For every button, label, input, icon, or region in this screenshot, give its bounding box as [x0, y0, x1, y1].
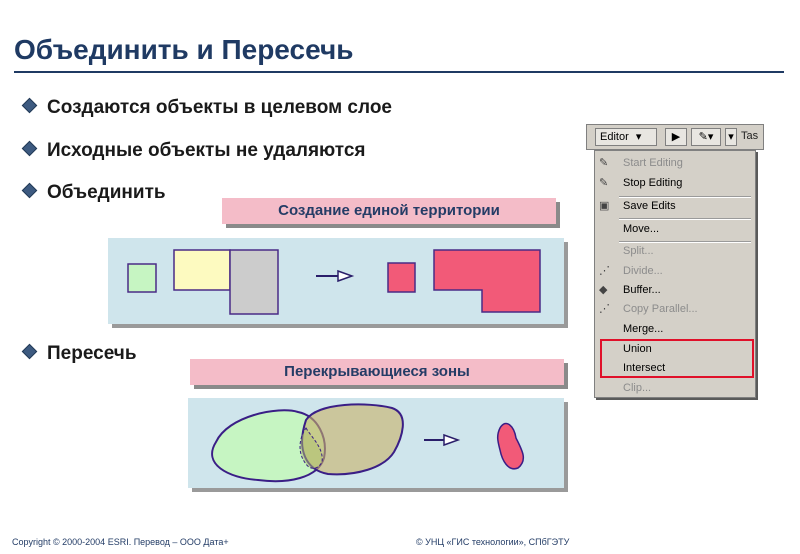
- footer-copyright: Copyright © 2000-2004 ESRI. Перевод – ОО…: [12, 537, 229, 547]
- bullet-text: Пересечь: [47, 343, 137, 364]
- diamond-bullet-icon: [21, 140, 38, 157]
- bullet-4: Пересечь: [21, 343, 137, 365]
- slide-title: Объединить и Пересечь: [14, 34, 354, 65]
- diamond-bullet-icon: [21, 343, 38, 360]
- pencil-icon: ✎▾: [698, 131, 714, 143]
- copy-parallel-icon: ⋰: [599, 303, 610, 315]
- union-diagram-panel: [108, 238, 564, 324]
- result-small-square: [387, 262, 416, 293]
- gray-rectangle: [229, 249, 279, 315]
- menu-item-stop-editing[interactable]: Stop Editing: [623, 177, 682, 189]
- intersect-banner: Перекрывающиеся зоны: [190, 359, 564, 385]
- intersect-diagram: [211, 403, 525, 483]
- title-divider: [14, 71, 784, 73]
- menu-item-split[interactable]: Split...: [623, 245, 654, 257]
- dropdown-arrow-icon: ▾: [635, 131, 642, 143]
- diamond-bullet-icon: [21, 97, 38, 114]
- edit-tool-button[interactable]: ▶: [665, 128, 687, 146]
- bullet-text: Объединить: [47, 182, 166, 203]
- bullet-text: Исходные объекты не удаляются: [47, 140, 366, 161]
- buffer-icon: ◆: [599, 284, 608, 296]
- menu-item-divide[interactable]: Divide...: [623, 265, 663, 277]
- menu-item-buffer[interactable]: Buffer...: [623, 284, 661, 296]
- bullet-text: Создаются объекты в целевом слое: [47, 97, 392, 118]
- editor-button-label: Editor: [600, 131, 629, 143]
- arrow-head-icon: [443, 433, 461, 447]
- bullet-2: Исходные объекты не удаляются: [21, 140, 366, 162]
- menu-separator: [619, 218, 751, 220]
- menu-item-save-edits[interactable]: Save Edits: [623, 200, 676, 212]
- bullet-1: Создаются объекты в целевом слое: [21, 97, 392, 119]
- footer-credit: © УНЦ «ГИС технологии», СПбГЭТУ: [416, 537, 570, 547]
- bullet-3: Объединить: [21, 182, 166, 204]
- menu-item-move[interactable]: Move...: [623, 223, 659, 235]
- editor-dropdown-button[interactable]: Editor ▾: [595, 128, 657, 146]
- editor-toolbar: Editor ▾ ▶ ✎▾ ▾ Tas: [586, 124, 764, 150]
- union-diagram: [127, 249, 541, 315]
- result-union-polygon: [433, 249, 541, 313]
- pencil-stop-icon: ✎: [599, 177, 609, 189]
- menu-item-start-editing[interactable]: Start Editing: [623, 157, 683, 169]
- pencil-start-icon: ✎: [599, 157, 609, 169]
- menu-item-merge[interactable]: Merge...: [623, 323, 663, 335]
- task-label: Tas: [741, 130, 759, 142]
- save-edits-icon: ▣: [599, 200, 610, 212]
- arrow-head-icon: [337, 269, 355, 283]
- divide-icon: ⋰: [599, 265, 610, 277]
- menu-separator: [619, 196, 751, 198]
- menu-item-clip[interactable]: Clip...: [623, 382, 651, 394]
- intersect-diagram-panel: [188, 398, 564, 488]
- menu-item-copy-parallel[interactable]: Copy Parallel...: [623, 303, 698, 315]
- dropdown-arrow-icon: ▾: [728, 131, 734, 143]
- sketch-tool-dropdown[interactable]: ▾: [725, 128, 737, 146]
- result-intersect-shape: [496, 422, 525, 470]
- small-green-square: [127, 263, 157, 293]
- menu-separator: [619, 241, 751, 243]
- diamond-bullet-icon: [21, 182, 38, 199]
- sketch-tool-button[interactable]: ✎▾: [691, 128, 721, 146]
- yellow-rectangle: [173, 249, 231, 291]
- pointer-arrow-icon: ▶: [671, 131, 681, 143]
- union-banner: Создание единой территории: [222, 198, 556, 224]
- union-intersect-highlight-box: [600, 339, 754, 378]
